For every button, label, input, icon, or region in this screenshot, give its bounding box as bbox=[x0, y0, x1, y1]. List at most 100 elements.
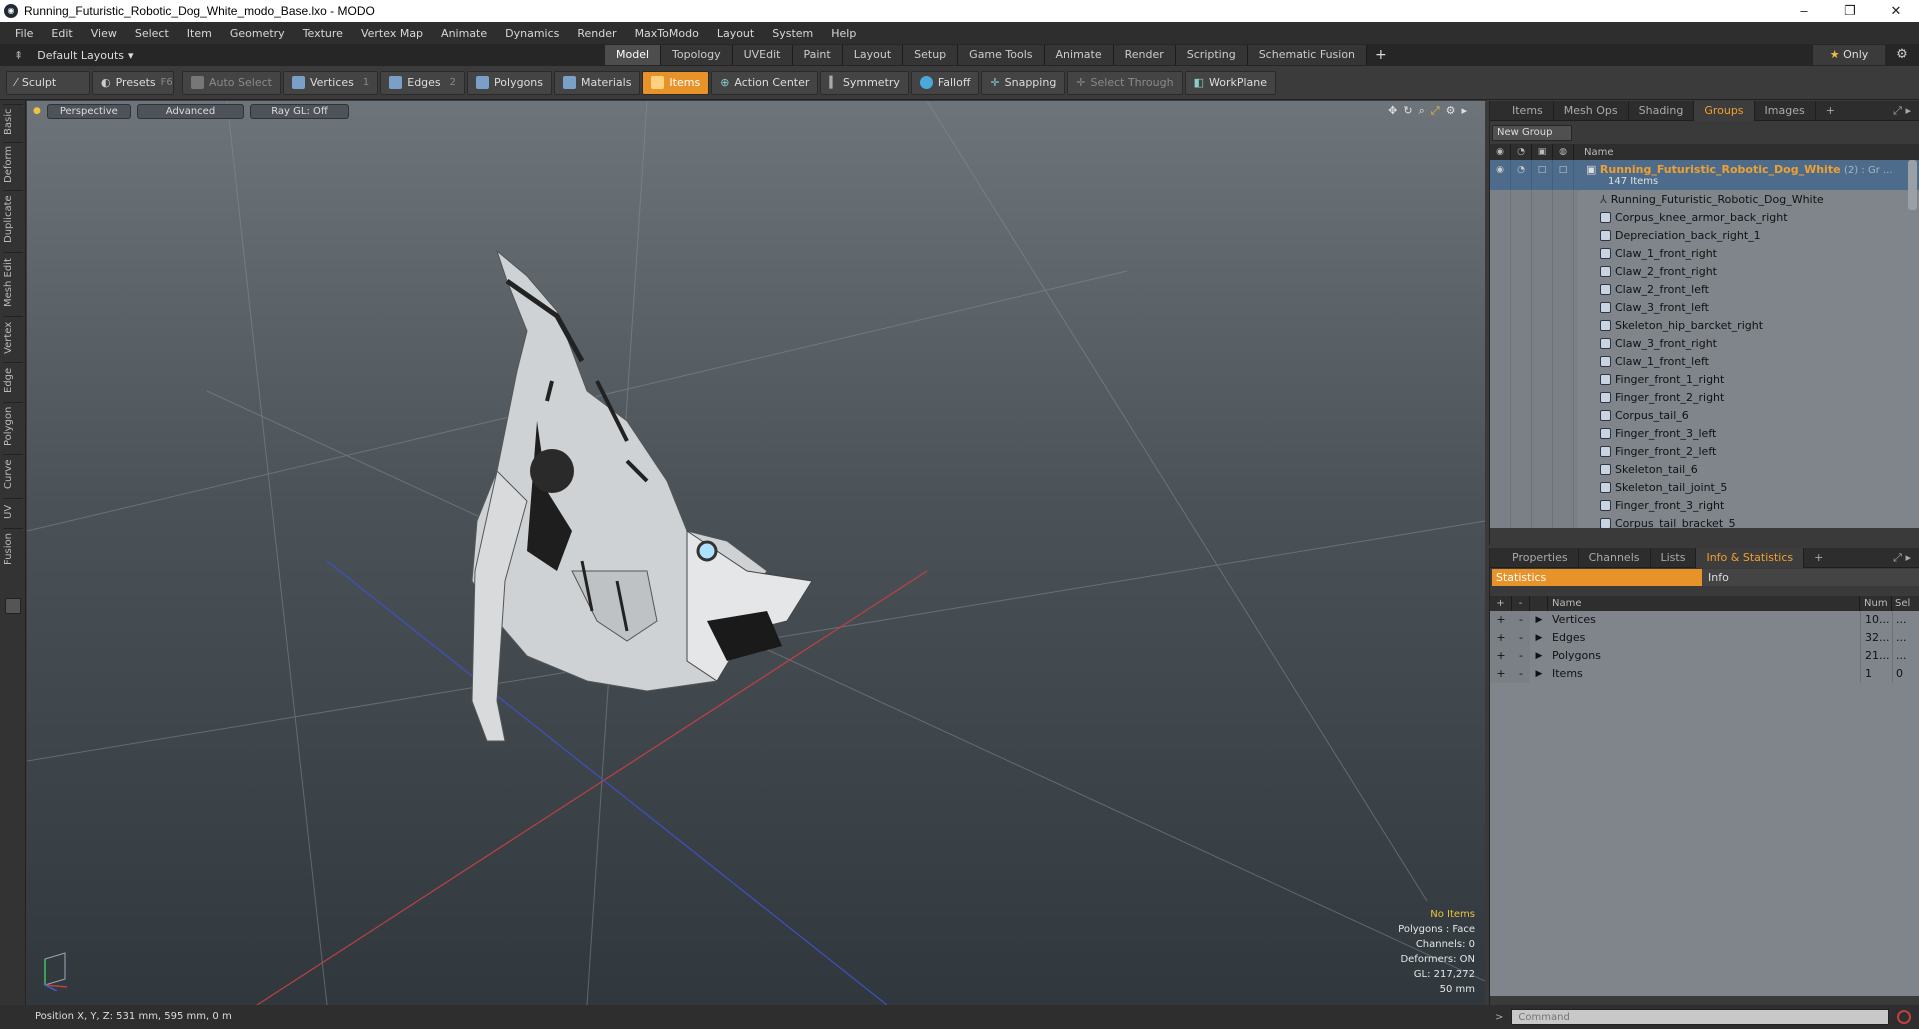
sculpt-button[interactable]: ⁄ Sculpt bbox=[6, 70, 90, 95]
tab-groups[interactable]: Groups bbox=[1694, 100, 1755, 121]
auto-select-button[interactable]: Auto Select bbox=[182, 70, 281, 95]
panel-expand-icon[interactable]: ⤢ ▸ bbox=[1893, 104, 1911, 118]
tab-game-tools[interactable]: Game Tools bbox=[958, 45, 1045, 65]
rotate-view-icon[interactable]: ↻ bbox=[1403, 104, 1412, 118]
tab-mesh-ops[interactable]: Mesh Ops bbox=[1554, 100, 1629, 121]
tab-animate[interactable]: Animate bbox=[1044, 45, 1114, 65]
list-item[interactable]: Claw_2_front_left bbox=[1490, 280, 1919, 298]
menu-select[interactable]: Select bbox=[126, 27, 178, 40]
tab-info-statistics[interactable]: Info & Statistics bbox=[1696, 547, 1805, 568]
group-root-row[interactable]: ◉ ◔ □ □ ▣ Running_Futuristic_Robotic_Dog_Wh… bbox=[1490, 160, 1919, 190]
add-icon[interactable]: + bbox=[1490, 647, 1512, 665]
only-button[interactable]: ★ Only bbox=[1813, 45, 1885, 65]
add-icon[interactable]: + bbox=[1490, 665, 1512, 683]
list-item[interactable]: Skeleton_tail_joint_5 bbox=[1490, 478, 1919, 496]
add-tab-icon[interactable]: + bbox=[1816, 101, 1845, 121]
list-item[interactable]: Finger_front_2_right bbox=[1490, 388, 1919, 406]
workplane-button[interactable]: ◧ WorkPlane bbox=[1184, 70, 1277, 95]
edges-button[interactable]: Edges 2 bbox=[380, 70, 466, 95]
expand-arrow-icon[interactable]: ▶ bbox=[1530, 647, 1548, 665]
command-input[interactable] bbox=[1511, 1009, 1890, 1025]
snapping-button[interactable]: ✛ Snapping bbox=[981, 70, 1066, 95]
remove-icon[interactable]: - bbox=[1512, 665, 1530, 683]
tab-fusion[interactable]: Fusion bbox=[3, 528, 23, 570]
subtab-statistics[interactable]: Statistics bbox=[1492, 569, 1702, 586]
maximize-button[interactable]: ❐ bbox=[1827, 0, 1873, 22]
menu-maxtomodo[interactable]: MaxToModo bbox=[626, 27, 708, 40]
render-icon[interactable]: ◔ bbox=[1511, 144, 1532, 160]
remove-icon[interactable]: - bbox=[1512, 611, 1530, 629]
table-row[interactable]: + - ▶ Vertices 10...... bbox=[1490, 611, 1919, 629]
perspective-button[interactable]: Perspective bbox=[46, 103, 131, 119]
tab-schematic-fusion[interactable]: Schematic Fusion bbox=[1247, 45, 1368, 65]
tab-items[interactable]: Items bbox=[1502, 100, 1554, 121]
tab-topology[interactable]: Topology bbox=[661, 45, 733, 65]
list-item[interactable]: Claw_2_front_right bbox=[1490, 262, 1919, 280]
menu-edit[interactable]: Edit bbox=[42, 27, 81, 40]
groups-scrollbar[interactable] bbox=[1908, 160, 1917, 210]
falloff-button[interactable]: Falloff bbox=[910, 70, 980, 95]
tab-properties[interactable]: Properties bbox=[1502, 547, 1579, 568]
tab-shading[interactable]: Shading bbox=[1629, 100, 1695, 121]
ray-gl-button[interactable]: Ray GL: Off bbox=[250, 103, 349, 119]
zoom-view-icon[interactable]: ⌕ bbox=[1419, 104, 1425, 118]
menu-dynamics[interactable]: Dynamics bbox=[496, 27, 568, 40]
action-center-button[interactable]: ⊕ Action Center bbox=[711, 70, 819, 95]
materials-button[interactable]: Materials bbox=[554, 70, 641, 95]
lock-icon[interactable]: ▣ bbox=[1532, 144, 1553, 160]
tab-render[interactable]: Render bbox=[1113, 45, 1176, 65]
robotic-dog-model[interactable] bbox=[471, 249, 813, 742]
list-item[interactable]: Skeleton_hip_barcket_right bbox=[1490, 316, 1919, 334]
table-row[interactable]: + - ▶ Polygons 21...... bbox=[1490, 647, 1919, 665]
menu-animate[interactable]: Animate bbox=[432, 27, 496, 40]
menu-system[interactable]: System bbox=[763, 27, 822, 40]
list-item[interactable]: Finger_front_3_right bbox=[1490, 496, 1919, 514]
polygons-button[interactable]: Polygons bbox=[467, 70, 552, 95]
tab-uvedit[interactable]: UVEdit bbox=[732, 45, 793, 65]
list-item[interactable]: Claw_1_front_left bbox=[1490, 352, 1919, 370]
menu-file[interactable]: File bbox=[6, 27, 42, 40]
menu-geometry[interactable]: Geometry bbox=[221, 27, 294, 40]
add-icon[interactable]: + bbox=[1490, 611, 1512, 629]
tab-model[interactable]: Model bbox=[605, 45, 662, 65]
remove-icon[interactable]: - bbox=[1512, 647, 1530, 665]
move-view-icon[interactable]: ✥ bbox=[1388, 104, 1397, 118]
select-icon[interactable]: ◍ bbox=[1553, 144, 1574, 160]
root-render-icon[interactable]: ◔ bbox=[1511, 160, 1532, 190]
select-through-button[interactable]: ✛ Select Through bbox=[1067, 70, 1183, 95]
visibility-eye-icon[interactable]: ◉ bbox=[1490, 144, 1511, 160]
tab-paint[interactable]: Paint bbox=[792, 45, 843, 65]
command-history-icon[interactable]: > bbox=[1495, 1012, 1503, 1023]
subtab-info[interactable]: Info bbox=[1702, 569, 1919, 586]
menu-view[interactable]: View bbox=[82, 27, 126, 40]
list-item[interactable]: Claw_3_front_right bbox=[1490, 334, 1919, 352]
viewport-expand-icon[interactable]: ▸ bbox=[1461, 104, 1467, 118]
menu-render[interactable]: Render bbox=[568, 27, 625, 40]
new-group-button[interactable]: New Group bbox=[1492, 125, 1572, 141]
root-lock-icon[interactable]: □ bbox=[1532, 160, 1553, 190]
add-icon[interactable]: + bbox=[1490, 629, 1512, 647]
tab-scripting[interactable]: Scripting bbox=[1175, 45, 1248, 65]
gear-icon[interactable]: ⚙ bbox=[1893, 46, 1911, 64]
tab-layout[interactable]: Layout bbox=[842, 45, 904, 65]
list-item[interactable]: Corpus_knee_armor_back_right bbox=[1490, 208, 1919, 226]
expand-arrow-icon[interactable]: ▶ bbox=[1530, 611, 1548, 629]
tab-duplicate[interactable]: Duplicate bbox=[3, 190, 23, 248]
remove-icon[interactable]: - bbox=[1512, 629, 1530, 647]
list-item[interactable]: Claw_3_front_left bbox=[1490, 298, 1919, 316]
tab-mesh-edit[interactable]: Mesh Edit bbox=[3, 252, 23, 312]
fit-view-icon[interactable]: ⤢ bbox=[1431, 104, 1440, 118]
expand-arrow-icon[interactable]: ▶ bbox=[1530, 665, 1548, 683]
advanced-button[interactable]: Advanced bbox=[136, 103, 245, 119]
viewport-menu-icon[interactable]: ● bbox=[33, 106, 41, 116]
list-item[interactable]: ⅄ Running_Futuristic_Robotic_Dog_White bbox=[1490, 190, 1919, 208]
menu-texture[interactable]: Texture bbox=[294, 27, 352, 40]
3d-viewport[interactable]: ● Perspective Advanced Ray GL: Off ✥ ↻ ⌕… bbox=[27, 101, 1485, 1005]
items-button[interactable]: Items bbox=[642, 70, 710, 95]
menu-help[interactable]: Help bbox=[822, 27, 865, 40]
tab-uv[interactable]: UV bbox=[3, 498, 23, 524]
tab-curve[interactable]: Curve bbox=[3, 454, 23, 494]
layout-collapse-icon[interactable]: ⇞ bbox=[14, 49, 23, 62]
layout-dropdown[interactable]: ⇞ Default Layouts ▾ bbox=[14, 49, 134, 62]
root-visibility-icon[interactable]: ◉ bbox=[1490, 160, 1511, 190]
